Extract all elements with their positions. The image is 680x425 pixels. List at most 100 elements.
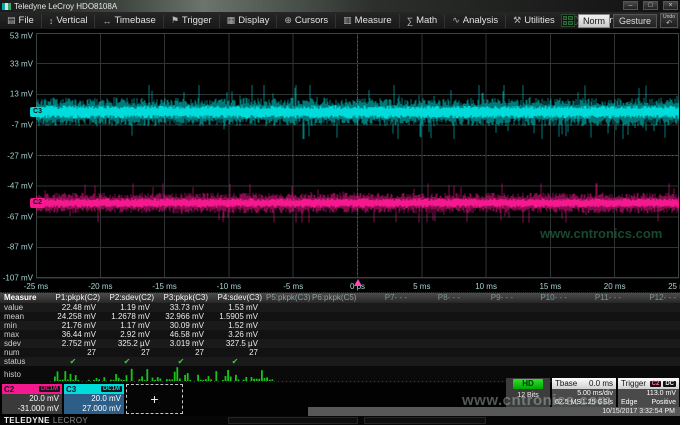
menu-item-file[interactable]: ▤File xyxy=(0,14,42,28)
measure-cell: 27 xyxy=(212,348,266,357)
trace-tag-C3[interactable]: C3 xyxy=(30,107,45,117)
menu-item-display[interactable]: ▦Display xyxy=(220,14,278,28)
acquisition-panel[interactable]: HD 12 Bits xyxy=(506,378,550,407)
close-button[interactable]: × xyxy=(663,1,678,10)
measure-cell xyxy=(358,339,411,348)
channel-box-header: C3DC1M xyxy=(64,384,124,394)
measure-column-header[interactable]: P6:pkpk(C5) xyxy=(312,293,358,303)
menu-right-cluster: Norm Gesture Undo↶ xyxy=(561,13,678,28)
measure-cell xyxy=(411,339,464,348)
measure-row-label: num xyxy=(0,348,50,357)
footer-bar: TELEDYNELECROY xyxy=(0,416,680,425)
menu-item-math[interactable]: ∑Math xyxy=(400,14,446,28)
x-axis-label: 20 ms xyxy=(593,282,637,291)
timebase-rate: 1.25 GS/s xyxy=(582,399,613,408)
timebase-icon: ↔ xyxy=(102,16,111,26)
measure-row-label: value xyxy=(0,303,50,312)
measure-cell xyxy=(312,339,358,348)
measure-column-header[interactable]: P8- - - xyxy=(411,293,464,303)
grid-layout-icon[interactable] xyxy=(561,14,575,27)
measure-cell xyxy=(312,348,358,357)
status-check-icon: ✔ xyxy=(212,357,266,366)
minimize-button[interactable]: – xyxy=(623,1,638,10)
maximize-button[interactable]: □ xyxy=(643,1,658,10)
measure-column-header[interactable]: P1:pkpk(C2) xyxy=(50,293,104,303)
title-bar: Teledyne LeCroy HDO8108A – □ × xyxy=(0,0,680,12)
measure-cell: 30.09 mV xyxy=(158,321,212,330)
menu-item-label: Display xyxy=(238,15,269,26)
measure-column-header[interactable]: P3:pkpk(C3) xyxy=(158,293,212,303)
y-axis-label: 13 mV xyxy=(0,90,33,99)
measure-cell xyxy=(358,330,411,339)
trigger-panel[interactable]: Trigger C2 DC 113.0 mV EdgePositive xyxy=(618,378,679,407)
waveform-display[interactable]: 53 mV33 mV13 mV-7 mV-27 mV-47 mV-67 mV-8… xyxy=(0,30,680,292)
measure-icon: ▥ xyxy=(343,15,352,26)
measure-cell: 36.44 mV xyxy=(50,330,104,339)
timestamp: 10/15/2017 3:32:54 PM xyxy=(602,408,675,415)
norm-button[interactable]: Norm xyxy=(578,14,610,28)
measure-cell xyxy=(312,312,358,321)
measure-cell: 3.019 mV xyxy=(158,339,212,348)
trigger-source-badge: C2 xyxy=(650,381,662,387)
window-title: Teledyne LeCroy HDO8108A xyxy=(14,2,117,11)
measure-column-header[interactable]: P12- - - xyxy=(625,293,680,303)
vertical-icon: ↕ xyxy=(49,16,54,26)
x-axis-label: -15 ms xyxy=(143,282,187,291)
measure-cell xyxy=(411,348,464,357)
measure-cell xyxy=(411,357,464,366)
menu-item-analysis[interactable]: ∿Analysis xyxy=(445,14,506,28)
menu-bar: ▤File↕Vertical↔Timebase⚑Trigger▦Display⊕… xyxy=(0,12,680,30)
channel-scale: 20.0 mV xyxy=(5,394,59,404)
footer-slot xyxy=(228,417,358,424)
measure-cell: 325.2 µV xyxy=(104,339,158,348)
add-channel-button[interactable]: + xyxy=(126,384,183,414)
menu-item-utilities[interactable]: ⚒Utilities xyxy=(506,14,563,28)
measure-cell xyxy=(625,339,680,348)
measure-cell xyxy=(266,348,312,357)
measure-cell xyxy=(266,357,312,366)
measure-column-header[interactable]: P4:sdev(C3) xyxy=(212,293,266,303)
trigger-level-value: 113.0 mV xyxy=(647,390,676,399)
measure-cell: 27 xyxy=(158,348,212,357)
measure-cell xyxy=(571,339,625,348)
channel-box-C3[interactable]: C3DC1M20.0 mV27.000 mV xyxy=(64,384,124,414)
measure-column-header[interactable]: P11- - - xyxy=(571,293,625,303)
undo-button[interactable]: Undo↶ xyxy=(660,13,678,28)
gesture-button[interactable]: Gesture xyxy=(613,14,657,28)
measure-column-header[interactable]: P10- - - xyxy=(517,293,571,303)
measure-cell xyxy=(464,330,517,339)
trigger-time-marker-icon[interactable] xyxy=(354,279,362,286)
measure-cell: 1.19 mV xyxy=(104,303,158,312)
measure-cell: 1.52 mV xyxy=(212,321,266,330)
y-axis-label: -47 mV xyxy=(0,182,33,191)
timebase-panel[interactable]: Tbase 0.0 ms 5.00 ms/div 62.5 MS1.25 GS/… xyxy=(552,378,616,407)
menu-item-timebase[interactable]: ↔Timebase xyxy=(95,14,163,28)
menu-item-measure[interactable]: ▥Measure xyxy=(336,14,399,28)
status-check-icon: ✔ xyxy=(158,357,212,366)
measure-column-header[interactable]: P9- - - xyxy=(464,293,517,303)
menu-item-vertical[interactable]: ↕Vertical xyxy=(42,14,96,28)
measure-cell xyxy=(464,339,517,348)
timebase-delay-value: 0.0 ms xyxy=(589,379,613,388)
measure-column-header[interactable]: P2:sdev(C2) xyxy=(104,293,158,303)
measure-cell xyxy=(571,357,625,366)
measure-cell xyxy=(358,321,411,330)
measure-cell xyxy=(464,321,517,330)
menu-item-cursors[interactable]: ⊕Cursors xyxy=(277,14,336,28)
measure-column-header[interactable]: P7- - - xyxy=(358,293,411,303)
channel-box-values: 20.0 mV-31.000 mV xyxy=(2,394,62,414)
measure-header-row: MeasureP1:pkpk(C2)P2:sdev(C2)P3:pkpk(C3)… xyxy=(0,293,680,303)
channel-scale: 20.0 mV xyxy=(67,394,121,404)
measure-cell: 1.17 mV xyxy=(104,321,158,330)
y-axis-label: -67 mV xyxy=(0,212,33,221)
x-axis-label: -25 ms xyxy=(14,282,58,291)
menu-item-trigger[interactable]: ⚑Trigger xyxy=(164,14,220,28)
measure-column-header[interactable]: P5:pkpk(C3) xyxy=(266,293,312,303)
menu-item-label: File xyxy=(19,15,34,26)
measure-cell xyxy=(358,312,411,321)
measure-row-mean: mean24.258 mV1.2678 mV32.966 mV1.5905 mV xyxy=(0,312,680,321)
channel-box-C2[interactable]: C2DC1M20.0 mV-31.000 mV xyxy=(2,384,62,414)
trace-tag-C2[interactable]: C2 xyxy=(30,198,45,208)
oscilloscope-application: Teledyne LeCroy HDO8108A – □ × ▤File↕Ver… xyxy=(0,0,680,425)
undo-arrow-icon: ↶ xyxy=(661,20,677,27)
